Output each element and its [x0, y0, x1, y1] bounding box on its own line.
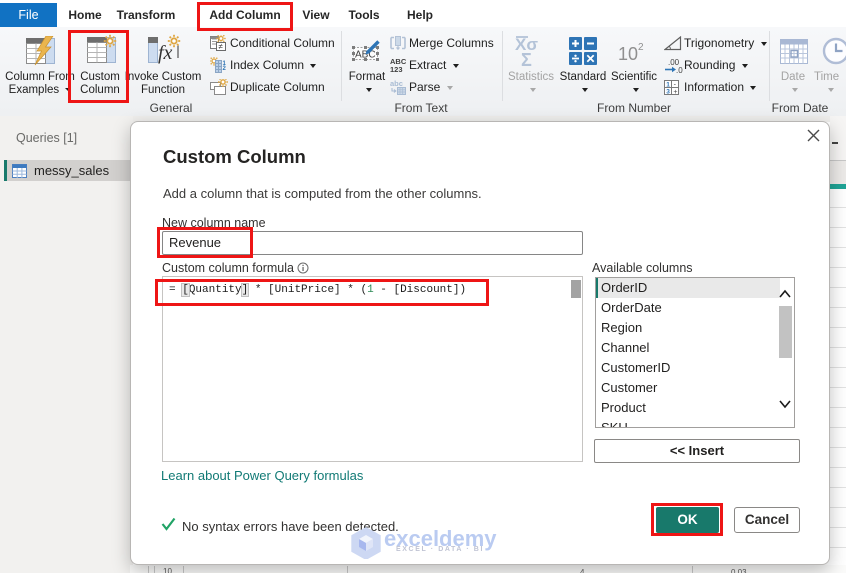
svg-text:123: 123 — [390, 65, 403, 73]
svg-text:Σ: Σ — [521, 50, 532, 67]
svg-text:.0: .0 — [676, 66, 683, 74]
svg-text:2: 2 — [223, 66, 227, 72]
svg-text:3: 3 — [666, 89, 670, 96]
svg-text:1: 1 — [666, 81, 670, 88]
svg-text:ABC: ABC — [355, 50, 376, 61]
svg-text:10: 10 — [618, 44, 638, 64]
svg-text:+: + — [673, 89, 677, 96]
svg-text:2: 2 — [638, 42, 644, 53]
svg-text:≠: ≠ — [219, 42, 224, 51]
svg-text:abc: abc — [390, 79, 403, 88]
